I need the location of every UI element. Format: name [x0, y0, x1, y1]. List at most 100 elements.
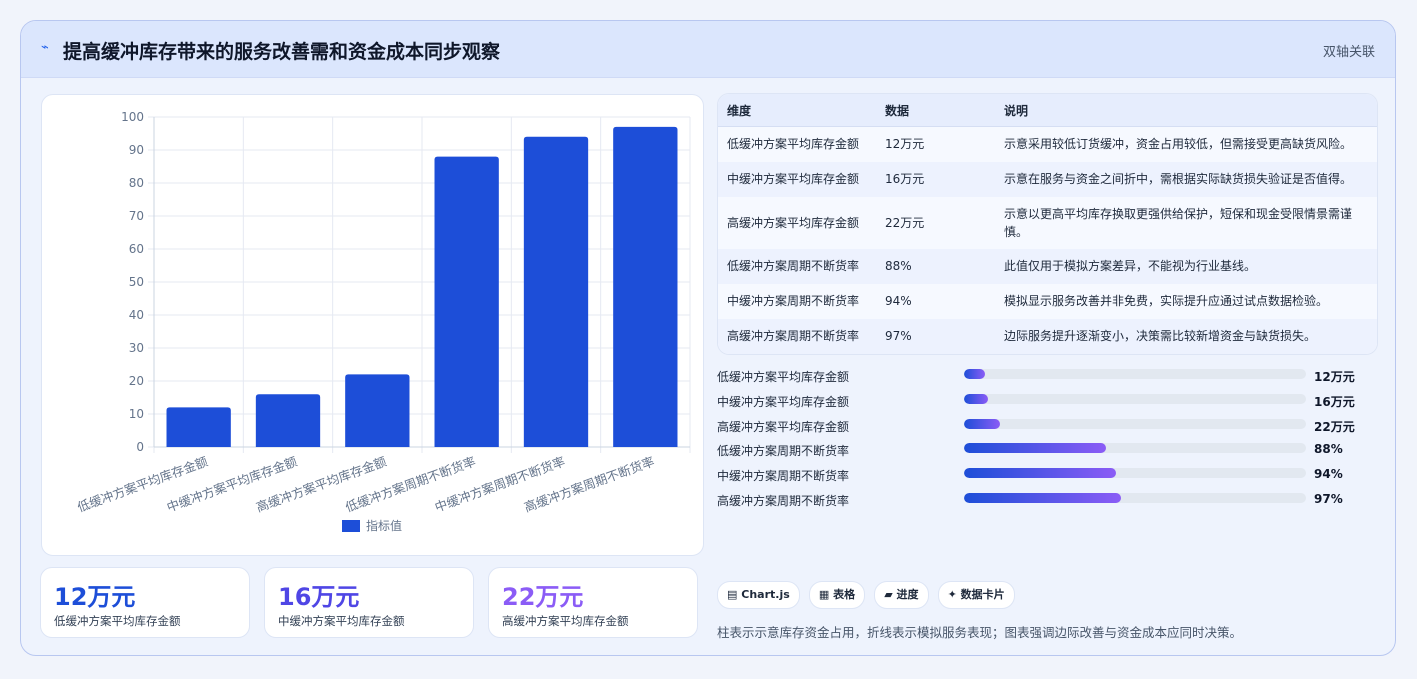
progress-label: 低缓冲方案周期不断货率	[717, 444, 850, 459]
y-tick-label: 40	[129, 308, 144, 322]
chip-label: 数据卡片	[960, 588, 1005, 601]
data-table: 维度 数据 说明 低缓冲方案平均库存金额 12万元 示意采用较低订货缓冲，资金占…	[718, 94, 1377, 354]
bar	[255, 394, 321, 447]
progress-value: 22万元	[1314, 419, 1355, 434]
progress-value: 97%	[1314, 491, 1343, 506]
table-cell: 中缓冲方案平均库存金额	[718, 161, 876, 197]
y-tick-label: 30	[129, 341, 144, 355]
chip-label: Chart.js	[741, 588, 790, 601]
kpi-label: 低缓冲方案平均库存金额	[54, 614, 181, 628]
y-tick-label: 80	[129, 176, 144, 190]
table-row: 低缓冲方案周期不断货率 88% 此值仅用于模拟方案差异，不能视为行业基线。	[718, 248, 1377, 284]
progress-row: 中缓冲方案平均库存金额 16万元	[717, 390, 1378, 415]
y-tick-label: 90	[129, 143, 144, 157]
table-cell: 模拟显示服务改善并非免费，实际提升应通过试点数据检验。	[995, 283, 1377, 319]
progress-icon: ▰	[884, 588, 893, 601]
progress-track	[964, 418, 1306, 429]
chip-table[interactable]: ▦ 表格	[808, 581, 866, 609]
column-header: 维度	[718, 94, 876, 127]
progress-track	[964, 443, 1306, 454]
tech-chips: ▤ Chart.js ▦ 表格 ▰ 进度 ✦ 数据卡片	[717, 581, 1019, 609]
table-row: 低缓冲方案平均库存金额 12万元 示意采用较低订货缓冲，资金占用较低，但需接受更…	[718, 126, 1377, 162]
table-cell: 此值仅用于模拟方案差异，不能视为行业基线。	[995, 248, 1377, 284]
y-tick-label: 50	[129, 275, 144, 289]
progress-list: 低缓冲方案平均库存金额 12万元 中缓冲方案平均库存金额 16万元 高缓冲方案平…	[717, 365, 1378, 514]
data-table-panel: 维度 数据 说明 低缓冲方案平均库存金额 12万元 示意采用较低订货缓冲，资金占…	[717, 93, 1378, 355]
chip-data-card[interactable]: ✦ 数据卡片	[937, 581, 1015, 609]
kpi-value: 12万元	[54, 583, 136, 611]
sparkle-icon: ✦	[947, 588, 957, 601]
progress-fill	[964, 492, 1122, 503]
progress-fill	[964, 468, 1117, 479]
progress-track	[964, 369, 1306, 379]
progress-value: 94%	[1314, 467, 1343, 482]
bar	[166, 407, 231, 447]
bar-chart-panel: 0 10 20 30 40 50 60 70 80 90 100 低缓冲方案平均库存金额 中缓冲方案平均…	[41, 94, 704, 556]
kpi-label: 中缓冲方案平均库存金额	[278, 614, 405, 628]
chip-chartjs[interactable]: ▤ Chart.js	[717, 581, 800, 609]
table-row: 中缓冲方案平均库存金额 16万元 示意在服务与资金之间折中，需根据实际缺货损失验…	[718, 161, 1377, 197]
progress-row: 高缓冲方案周期不断货率 97%	[717, 489, 1378, 514]
kpi-card-mid: 16万元 中缓冲方案平均库存金额	[264, 567, 474, 638]
table-cell: 高缓冲方案周期不断货率	[718, 318, 876, 354]
progress-row: 高缓冲方案平均库存金额 22万元	[717, 415, 1378, 440]
bar	[434, 156, 499, 447]
progress-label: 中缓冲方案平均库存金额	[717, 394, 850, 409]
progress-fill	[964, 393, 988, 404]
table-cell: 示意以更高平均库存换取更强供给保护，短保和现金受限情景需谨慎。	[995, 196, 1377, 249]
chip-label: 进度	[896, 588, 919, 601]
table-cell: 97%	[876, 318, 995, 354]
bar	[523, 136, 589, 448]
progress-track	[964, 393, 1306, 404]
column-header: 数据	[876, 94, 995, 127]
bar	[345, 374, 410, 447]
progress-value: 12万元	[1314, 370, 1355, 384]
table-cell: 中缓冲方案周期不断货率	[718, 283, 876, 319]
progress-track	[964, 468, 1306, 479]
y-tick-label: 60	[129, 242, 144, 256]
chip-label: 表格	[833, 588, 856, 601]
progress-value: 16万元	[1314, 394, 1355, 409]
table-icon: ▦	[818, 588, 830, 601]
chip-progress[interactable]: ▰ 进度	[874, 581, 929, 609]
column-header: 说明	[995, 94, 1377, 127]
progress-fill	[964, 369, 985, 379]
table-cell: 高缓冲方案平均库存金额	[718, 196, 876, 249]
chart-icon: ▤	[727, 588, 738, 601]
progress-label: 高缓冲方案平均库存金额	[717, 419, 850, 434]
kpi-label: 高缓冲方案平均库存金额	[502, 614, 629, 628]
table-cell: 低缓冲方案周期不断货率	[718, 248, 876, 284]
progress-fill	[964, 443, 1106, 454]
table-header-row: 维度 数据 说明	[718, 94, 1377, 127]
progress-row: 低缓冲方案平均库存金额 12万元	[717, 365, 1378, 390]
y-tick-label: 0	[136, 440, 144, 454]
kpi-card-low: 12万元 低缓冲方案平均库存金额	[40, 567, 250, 638]
legend-label: 指标值	[366, 518, 402, 533]
table-cell: 低缓冲方案平均库存金额	[718, 126, 876, 162]
table-row: 高缓冲方案周期不断货率 97% 边际服务提升逐渐变小，决策需比较新增资金与缺货损…	[718, 318, 1377, 354]
dual-axis-badge: 双轴关联	[1322, 45, 1375, 60]
y-tick-label: 10	[129, 407, 144, 421]
progress-label: 中缓冲方案周期不断货率	[717, 469, 850, 484]
table-cell: 12万元	[876, 126, 995, 162]
table-cell: 示意在服务与资金之间折中，需根据实际缺货损失验证是否值得。	[995, 161, 1377, 197]
table-cell: 16万元	[876, 161, 995, 197]
kpi-value: 22万元	[502, 583, 584, 611]
progress-row: 中缓冲方案周期不断货率 94%	[717, 464, 1378, 489]
table-cell: 88%	[876, 248, 995, 284]
table-cell: 示意采用较低订货缓冲，资金占用较低，但需接受更高缺货风险。	[995, 126, 1377, 162]
kpi-value: 16万元	[278, 583, 360, 611]
bar	[613, 126, 678, 448]
kpi-card-high: 22万元 高缓冲方案平均库存金额	[488, 567, 698, 638]
progress-label: 高缓冲方案周期不断货率	[717, 493, 850, 508]
chart-line-icon: ⌁	[41, 40, 49, 55]
progress-track	[964, 492, 1306, 503]
table-row: 高缓冲方案平均库存金额 22万元 示意以更高平均库存换取更强供给保护，短保和现金…	[718, 196, 1377, 249]
progress-row: 低缓冲方案周期不断货率 88%	[717, 439, 1378, 464]
progress-value: 88%	[1314, 442, 1343, 457]
page-title: 提高缓冲库存带来的服务改善需和资金成本同步观察	[63, 41, 501, 63]
table-cell: 边际服务提升逐渐变小，决策需比较新增资金与缺货损失。	[995, 318, 1377, 354]
y-tick-label: 100	[121, 110, 144, 124]
legend-swatch	[342, 520, 360, 532]
progress-fill	[964, 418, 1000, 429]
